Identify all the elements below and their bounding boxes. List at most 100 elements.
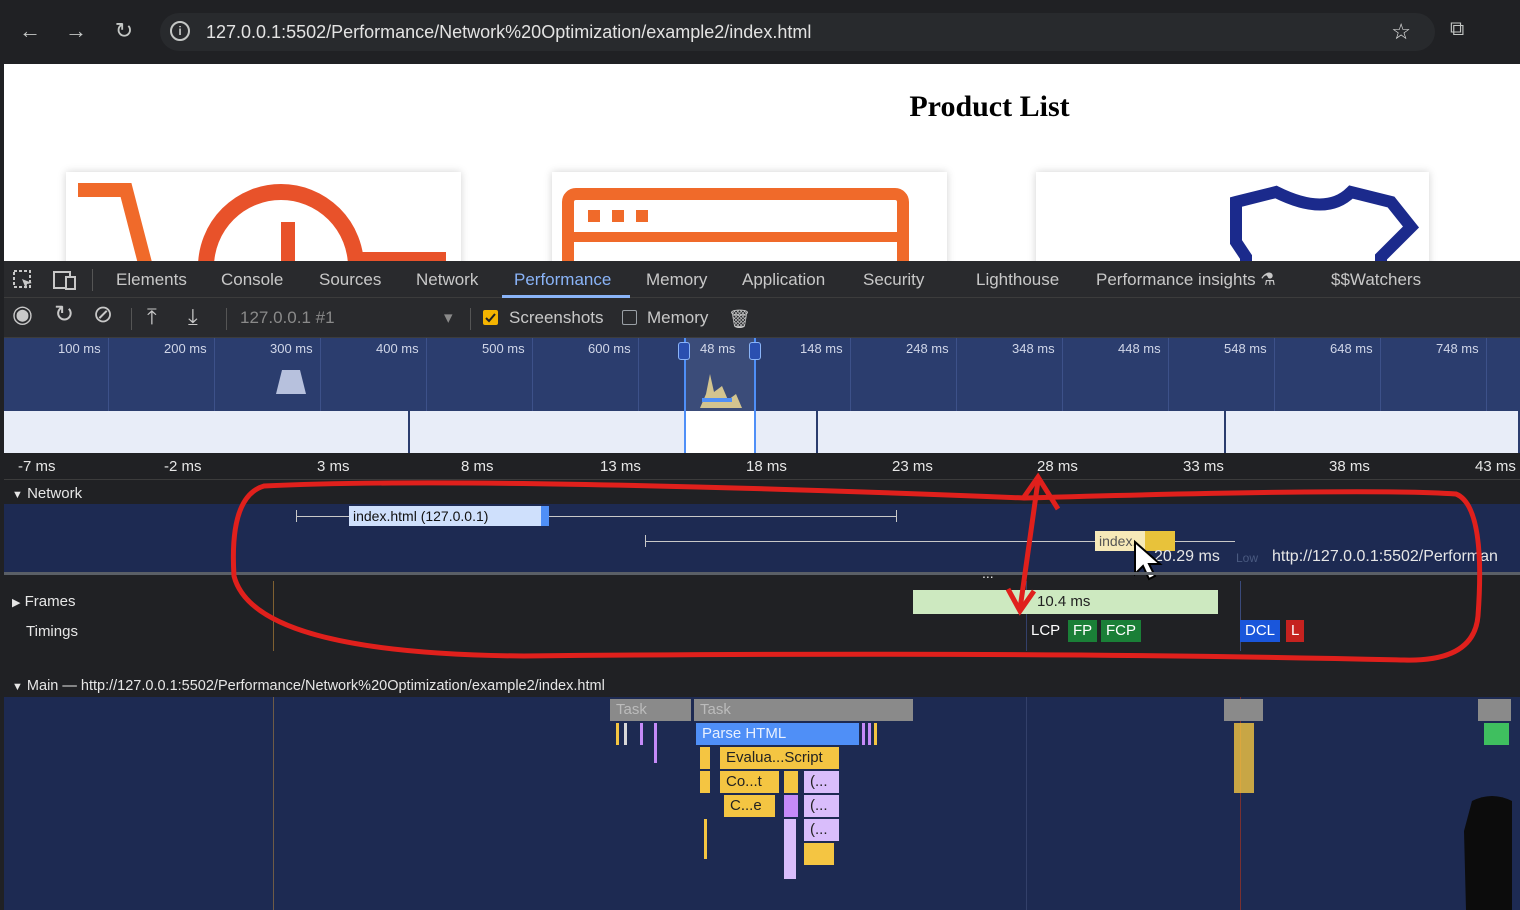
overview-tick: 748 ms bbox=[1436, 341, 1479, 356]
memory-checkbox[interactable] bbox=[622, 310, 637, 325]
tab-watchers[interactable]: $$Watchers bbox=[1331, 270, 1421, 290]
performance-toolbar: ◉ ↻ ⊘ ⤒ ⤓ 127.0.0.1 #1 ▾ Screenshots Mem… bbox=[4, 298, 1520, 338]
red-double-arrow bbox=[1005, 472, 1061, 616]
tab-security[interactable]: Security bbox=[863, 270, 924, 290]
shopping-cart-icon bbox=[78, 183, 446, 261]
selected-range-highlight bbox=[684, 411, 756, 453]
main-thread-track[interactable]: Task Task Parse HTML Evalua...Script Co.… bbox=[4, 697, 1520, 910]
devtools-panel: Elements Console Sources Network Perform… bbox=[4, 261, 1520, 910]
divider bbox=[92, 269, 93, 291]
address-url[interactable]: 127.0.0.1:5502/Performance/Network%20Opt… bbox=[206, 22, 811, 43]
browser-window-icon bbox=[562, 188, 909, 261]
flame-paint[interactable] bbox=[1484, 723, 1510, 745]
red-annotation-outline bbox=[230, 480, 1483, 663]
divider bbox=[226, 308, 227, 330]
tab-application[interactable]: Application bbox=[742, 270, 825, 290]
overview-tick: 248 ms bbox=[906, 341, 949, 356]
overview-tick: 200 ms bbox=[164, 341, 207, 356]
page-title: Product List bbox=[909, 90, 1070, 123]
flame-parse-html[interactable]: Parse HTML bbox=[696, 723, 860, 745]
expand-triangle-icon: ▼ bbox=[12, 681, 23, 693]
tab-sources[interactable]: Sources bbox=[319, 270, 381, 290]
expand-triangle-icon: ▶ bbox=[12, 597, 21, 609]
tab-performance[interactable]: Performance bbox=[514, 270, 611, 290]
frames-track-label: Frames bbox=[24, 593, 76, 610]
cpu-activity-spike bbox=[700, 374, 742, 408]
browser-chrome: ← → ↻ i 127.0.0.1:5502/Performance/Netwo… bbox=[0, 0, 1520, 64]
reload-icon[interactable]: ↻ bbox=[110, 16, 138, 46]
overview-tick: 600 ms bbox=[588, 341, 631, 356]
frames-track-header[interactable]: ▶ Frames bbox=[12, 593, 75, 610]
screenshots-checkbox[interactable] bbox=[483, 310, 498, 325]
flask-icon: ⚗ bbox=[1260, 270, 1276, 289]
screenshot-thumbnail[interactable] bbox=[818, 411, 1226, 453]
bookmark-star-icon[interactable]: ☆ bbox=[1391, 19, 1411, 45]
overview-tick: 348 ms bbox=[1012, 341, 1055, 356]
overview-tick: 100 ms bbox=[58, 341, 101, 356]
timeline-overview[interactable]: 100 ms 200 ms 300 ms 400 ms 500 ms 600 m… bbox=[4, 338, 1520, 453]
selection-handle-right[interactable] bbox=[749, 342, 761, 360]
flame-compile-2[interactable]: C...e bbox=[724, 795, 776, 817]
devtools-tabbar: Elements Console Sources Network Perform… bbox=[4, 261, 1520, 298]
timings-track-label[interactable]: Timings bbox=[26, 623, 78, 640]
tab-console[interactable]: Console bbox=[221, 270, 283, 290]
flame-task[interactable] bbox=[1478, 699, 1512, 721]
screenshot-thumbnail[interactable] bbox=[1226, 411, 1520, 453]
tab-memory[interactable]: Memory bbox=[646, 270, 707, 290]
tshirt-icon bbox=[1230, 185, 1420, 261]
back-arrow-icon[interactable]: ← bbox=[16, 16, 44, 46]
screenshot-thumbnail[interactable] bbox=[4, 411, 410, 453]
microphone-overlay bbox=[1464, 796, 1512, 910]
network-track-label: Network bbox=[27, 485, 83, 502]
flame-task[interactable] bbox=[1224, 699, 1264, 721]
chevron-down-icon[interactable]: ▾ bbox=[444, 308, 453, 328]
flame-task[interactable]: Task bbox=[694, 699, 914, 721]
inspect-element-icon[interactable] bbox=[12, 269, 36, 291]
address-bar[interactable]: i 127.0.0.1:5502/Performance/Network%20O… bbox=[160, 13, 1435, 51]
tab-network[interactable]: Network bbox=[416, 270, 478, 290]
tab-lighthouse[interactable]: Lighthouse bbox=[976, 270, 1059, 290]
product-card[interactable] bbox=[1036, 172, 1429, 261]
ruler-tick: -7 ms bbox=[18, 458, 56, 475]
overview-tick: 300 ms bbox=[270, 341, 313, 356]
ruler-tick: -2 ms bbox=[164, 458, 202, 475]
record-icon[interactable]: ◉ bbox=[12, 303, 33, 327]
overview-tick: 148 ms bbox=[800, 341, 843, 356]
main-track-label: Main — http://127.0.0.1:5502/Performance… bbox=[26, 678, 605, 694]
overview-tick: 548 ms bbox=[1224, 341, 1267, 356]
clear-icon[interactable]: ⊘ bbox=[93, 303, 113, 327]
flame-compile[interactable]: Co...t bbox=[720, 771, 780, 793]
divider bbox=[131, 308, 132, 330]
target-select[interactable]: 127.0.0.1 #1 bbox=[240, 308, 335, 328]
cpu-activity-bump bbox=[276, 370, 306, 394]
flame-evaluate-script[interactable]: Evalua...Script bbox=[720, 747, 840, 769]
divider bbox=[470, 308, 471, 330]
flame-anonymous[interactable]: (... bbox=[804, 819, 840, 841]
screenshot-filmstrip[interactable] bbox=[4, 411, 1520, 453]
network-track-header[interactable]: ▼ Network bbox=[12, 485, 82, 502]
flame-anonymous[interactable]: (... bbox=[804, 771, 840, 793]
screenshot-thumbnail[interactable] bbox=[410, 411, 818, 453]
tab-performance-insights[interactable]: Performance insights ⚗ bbox=[1096, 270, 1276, 290]
product-card[interactable] bbox=[66, 172, 461, 261]
download-icon[interactable]: ⤓ bbox=[188, 306, 198, 328]
upload-icon[interactable]: ⤒ bbox=[147, 306, 157, 328]
overview-tick: 648 ms bbox=[1330, 341, 1373, 356]
memory-label: Memory bbox=[647, 308, 709, 327]
forward-arrow-icon[interactable]: → bbox=[62, 16, 90, 46]
flame-task[interactable]: Task bbox=[610, 699, 692, 721]
tab-elements[interactable]: Elements bbox=[116, 270, 187, 290]
trash-icon[interactable]: 🗑 bbox=[728, 308, 751, 330]
selection-handle-left[interactable] bbox=[678, 342, 690, 360]
main-track-header[interactable]: ▼ Main — http://127.0.0.1:5502/Performan… bbox=[12, 678, 605, 694]
overview-tick: 500 ms bbox=[482, 341, 525, 356]
site-info-icon[interactable]: i bbox=[170, 21, 190, 41]
overview-tick: 400 ms bbox=[376, 341, 419, 356]
overview-tick: 448 ms bbox=[1118, 341, 1161, 356]
product-card[interactable] bbox=[552, 172, 947, 261]
flame-anonymous[interactable]: (... bbox=[804, 795, 840, 817]
device-toolbar-icon[interactable] bbox=[52, 269, 78, 291]
page-viewport: Product List bbox=[4, 64, 1520, 261]
reload-profile-icon[interactable]: ↻ bbox=[54, 303, 74, 327]
extensions-icon[interactable]: ⧉ bbox=[1450, 18, 1474, 42]
